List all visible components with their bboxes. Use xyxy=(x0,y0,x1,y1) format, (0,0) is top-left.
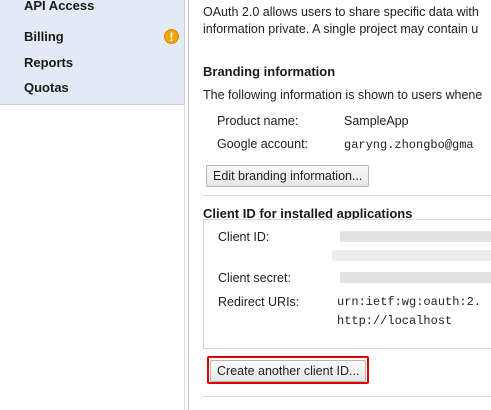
product-name-value: SampleApp xyxy=(344,114,409,128)
highlight-box xyxy=(207,356,369,384)
client-id-value-redacted xyxy=(332,250,491,261)
client-id-label: Client ID: xyxy=(218,230,270,244)
redirect-uri-1: urn:ietf:wg:oauth:2. xyxy=(337,295,482,309)
divider xyxy=(203,396,491,397)
client-id-panel: Client ID: Client secret: Redirect URIs:… xyxy=(203,219,491,349)
redirect-uris-label: Redirect URIs: xyxy=(218,295,300,309)
google-account-label: Google account: xyxy=(217,137,309,151)
redirect-uri-2: http://localhost xyxy=(337,314,453,328)
divider xyxy=(203,195,491,196)
branding-title: Branding information xyxy=(203,64,336,79)
sidebar-item-quotas[interactable]: Quotas xyxy=(24,80,69,95)
product-name-label: Product name: xyxy=(217,114,299,128)
warning-icon: ! xyxy=(164,29,179,44)
branding-description: The following information is shown to us… xyxy=(203,88,483,102)
client-id-value-redacted xyxy=(340,231,491,242)
intro-text-line-1: OAuth 2.0 allows users to share specific… xyxy=(203,5,479,19)
sidebar-item-reports[interactable]: Reports xyxy=(24,55,73,70)
sidebar-item-api-access[interactable]: API Access xyxy=(24,0,94,13)
main-content: OAuth 2.0 allows users to share specific… xyxy=(185,0,491,410)
sidebar-item-billing[interactable]: Billing xyxy=(24,29,64,44)
sidebar: API Access Billing ! Reports Quotas xyxy=(0,0,185,105)
sidebar-divider xyxy=(0,105,185,410)
content-panel: OAuth 2.0 allows users to share specific… xyxy=(188,0,491,410)
edit-branding-button[interactable]: Edit branding information... xyxy=(206,165,370,187)
client-secret-value-redacted xyxy=(340,272,491,283)
client-secret-label: Client secret: xyxy=(218,271,291,285)
intro-text-line-2: information private. A single project ma… xyxy=(203,22,479,36)
google-account-value: garyng.zhongbo@gma xyxy=(344,138,474,152)
